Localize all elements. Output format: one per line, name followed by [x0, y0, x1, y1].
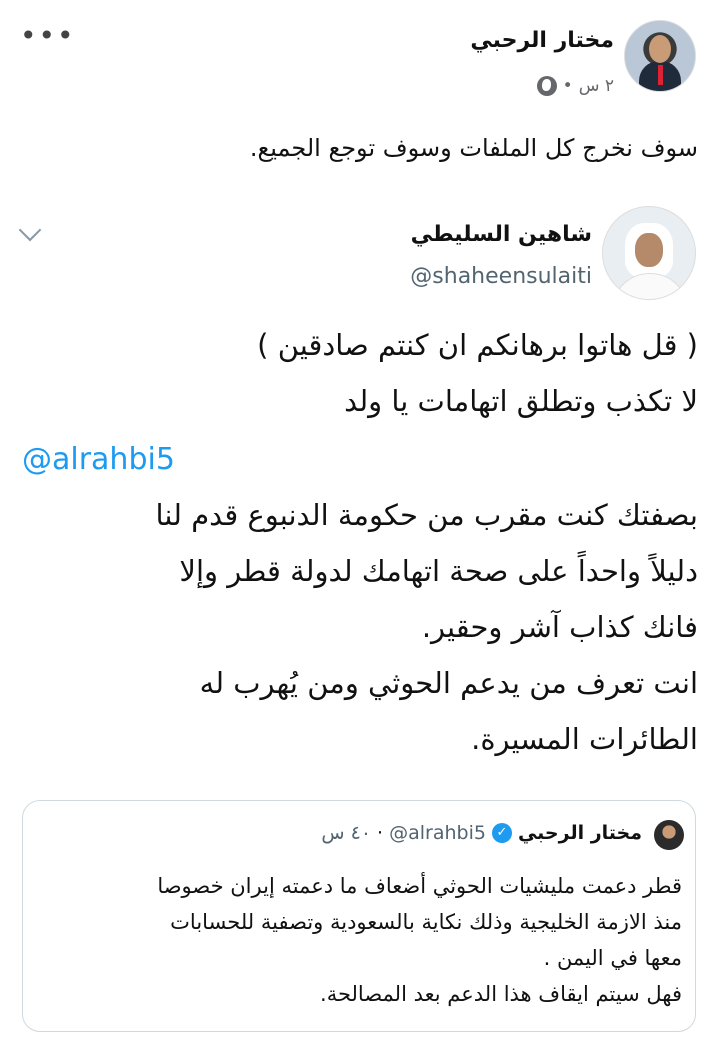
globe-icon[interactable]	[536, 76, 557, 96]
quoted-line: قطر دعمت مليشيات الحوثي أضعاف ما دعمته إ…	[157, 874, 682, 898]
quoted-line: منذ الازمة الخليجية وذلك نكاية بالسعودية…	[170, 910, 682, 934]
meta-separator: •	[562, 76, 573, 96]
post-author-name[interactable]: مختار الرحبي	[470, 28, 614, 53]
chevron-down-icon[interactable]	[18, 218, 42, 242]
tweet-line: انت تعرف من يدعم الحوثي ومن يُهرب له	[199, 666, 698, 700]
post-time[interactable]: ٢ س	[579, 76, 614, 96]
quoted-tweet-header: مختار الرحبي ✓ @alrahbi5 · ٤٠ س	[321, 822, 642, 844]
author-avatar[interactable]	[624, 20, 696, 92]
quoted-separator: ·	[377, 822, 384, 844]
tweet-line: الطائرات المسيرة.	[471, 722, 698, 756]
post-meta: ٢ س •	[536, 76, 614, 96]
tweet-author-handle[interactable]: @shaheensulaiti	[410, 264, 592, 289]
tweet-mention-link[interactable]: @alrahbi5	[22, 442, 175, 477]
more-options-icon[interactable]: •••	[20, 22, 76, 50]
quoted-line: فهل سيتم ايقاف هذا الدعم بعد المصالحة.	[320, 982, 682, 1006]
tweet-line: ( قل هاتوا برهانكم ان كنتم صادقين )	[257, 328, 698, 362]
quoted-author-handle[interactable]: @alrahbi5	[389, 822, 486, 844]
tweet-line: دليلاً واحداً على صحة اتهامك لدولة قطر و…	[179, 554, 698, 588]
quoted-time[interactable]: ٤٠ س	[321, 822, 371, 844]
verified-badge-icon: ✓	[491, 823, 512, 843]
tweet-line: فانك كذاب آشر وحقير.	[421, 610, 698, 644]
quoted-author-avatar[interactable]	[654, 820, 684, 850]
tweet-author-avatar[interactable]	[602, 206, 696, 300]
quoted-line: معها في اليمن .	[543, 946, 682, 970]
tweet-line: لا تكذب وتطلق اتهامات يا ولد	[344, 384, 698, 418]
tweet-author-name[interactable]: شاهين السليطي	[411, 222, 592, 247]
tweet-line: بصفتك كنت مقرب من حكومة الدنبوع قدم لنا	[155, 498, 698, 532]
quoted-author-name[interactable]: مختار الرحبي	[518, 822, 642, 844]
post-text: سوف نخرج كل الملفات وسوف توجع الجميع.	[249, 134, 698, 162]
